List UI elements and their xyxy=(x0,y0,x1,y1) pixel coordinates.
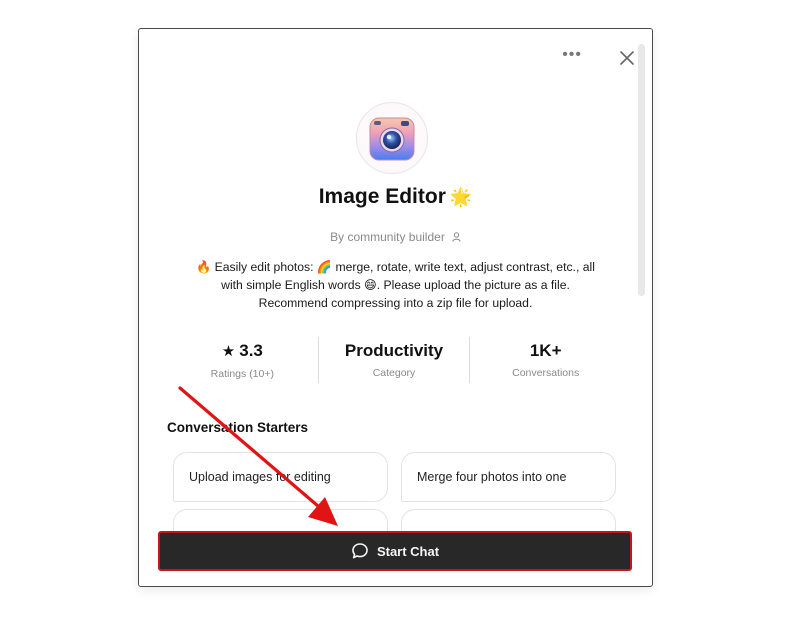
chat-bubble-icon xyxy=(352,543,368,559)
category-label: Category xyxy=(372,367,416,379)
stat-conversations: 1K+ Conversations xyxy=(469,337,621,383)
stat-category: Productivity Category xyxy=(317,337,470,383)
camera-icon xyxy=(369,117,415,161)
description-line: 🔥 Easily edit photos: 🌈 merge, rotate, w… xyxy=(196,260,595,274)
description-line: Recommend compressing into a zip file fo… xyxy=(258,296,533,310)
conversations-label: Conversations xyxy=(512,367,580,379)
gpt-stats: ★ 3.3 Ratings (10+) Productivity Category… xyxy=(167,337,621,383)
more-options-icon[interactable]: ••• xyxy=(562,47,582,63)
person-icon[interactable] xyxy=(449,232,461,244)
starter-merge-photos[interactable]: Merge four photos into one xyxy=(401,452,616,502)
gpt-title: Image Editor 🌟 xyxy=(139,185,652,209)
sparkle-icon: 🌟 xyxy=(449,187,473,207)
start-chat-label: Start Chat xyxy=(376,543,440,559)
starter-upload-images[interactable]: Upload images for editing xyxy=(173,452,388,502)
gpt-avatar xyxy=(356,102,428,174)
gpt-details-dialog: ••• Image Editor 🌟 By community builder … xyxy=(139,29,652,586)
rating-label: Ratings (10+) xyxy=(210,368,274,380)
scrollbar[interactable] xyxy=(638,44,645,296)
gpt-description: 🔥 Easily edit photos: 🌈 merge, rotate, w… xyxy=(179,258,612,312)
rating-value: 3.3 xyxy=(239,341,263,360)
category-value: Productivity xyxy=(344,341,444,360)
conversation-starters-title: Conversation Starters xyxy=(167,420,309,435)
gpt-title-text: Image Editor xyxy=(318,185,446,208)
stat-ratings: ★ 3.3 Ratings (10+) xyxy=(167,337,318,383)
close-icon[interactable] xyxy=(620,51,634,65)
gpt-details-window: ••• Image Editor 🌟 By community builder … xyxy=(138,28,653,587)
star-icon: ★ xyxy=(221,343,236,360)
byline-text: By community builder xyxy=(330,230,445,244)
header-tools: ••• xyxy=(562,47,634,65)
gpt-byline: By community builder xyxy=(139,230,652,244)
start-chat-button[interactable]: Start Chat xyxy=(158,531,632,571)
conversations-value: 1K+ xyxy=(529,341,562,360)
description-line: with simple English words 😄. Please uplo… xyxy=(221,278,570,292)
